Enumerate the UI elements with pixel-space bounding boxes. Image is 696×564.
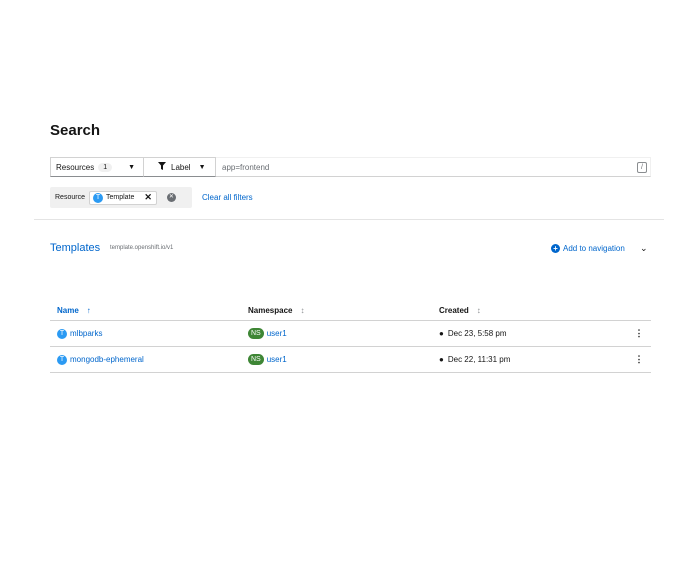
close-icon[interactable]: ✕ — [166, 193, 176, 202]
namespace-badge: NS — [248, 328, 264, 339]
add-to-navigation-label: Add to navigation — [563, 244, 625, 253]
template-name-link[interactable]: mongodb-ephemeral — [70, 355, 144, 364]
add-to-navigation-button[interactable]: + Add to navigation — [551, 244, 625, 253]
resources-label: Resources — [56, 162, 95, 172]
globe-icon: ● — [439, 355, 444, 364]
sort-icon: ↕ — [300, 305, 305, 315]
namespace-link[interactable]: user1 — [267, 329, 287, 338]
globe-icon: ● — [439, 329, 444, 338]
template-badge: T — [57, 328, 67, 339]
search-toolbar: Resources 1 ▼ Label ▼ app=frontend / — [50, 157, 651, 177]
namespace-link[interactable]: user1 — [267, 355, 287, 364]
filter-chip-group: Resource T Template ✕ ✕ — [50, 187, 192, 208]
chip-group-category: Resource — [55, 194, 85, 201]
close-icon[interactable]: ✕ — [144, 192, 152, 203]
sort-ascending-icon: ↑ — [86, 305, 91, 315]
resources-dropdown[interactable]: Resources 1 ▼ — [50, 157, 144, 177]
sort-icon: ↕ — [476, 305, 481, 315]
shortcut-key-hint: / — [637, 162, 647, 173]
plus-circle-icon: + — [551, 244, 560, 253]
kebab-icon[interactable]: ⋮ — [635, 328, 644, 339]
label-filter-label: Label — [171, 162, 191, 172]
table-row: T mongodb-ephemeral NS user1 ● Dec 22, 1… — [50, 347, 651, 373]
section-title[interactable]: Templates — [50, 242, 100, 254]
clear-all-filters-link[interactable]: Clear all filters — [202, 193, 253, 202]
label-filter-dropdown[interactable]: Label ▼ — [144, 157, 216, 177]
templates-table: Name ↑ Namespace ↕ Created ↕ T mlbparks … — [50, 300, 651, 373]
namespace-badge: NS — [248, 354, 264, 365]
filter-chip-template: T Template ✕ — [88, 190, 157, 205]
template-badge: T — [57, 354, 67, 365]
template-badge: T — [92, 192, 103, 203]
label-search-value: app=frontend — [222, 162, 270, 172]
column-header-name[interactable]: Name ↑ — [50, 306, 241, 315]
column-header-namespace[interactable]: Namespace ↕ — [241, 306, 432, 315]
filter-icon — [158, 162, 166, 172]
caret-down-icon: ▼ — [198, 163, 206, 171]
column-header-created[interactable]: Created ↕ — [432, 306, 627, 315]
label-search-input[interactable]: app=frontend / — [216, 157, 651, 177]
caret-down-icon: ▼ — [128, 163, 135, 171]
template-name-link[interactable]: mlbparks — [70, 329, 102, 338]
page-title: Search — [50, 122, 101, 139]
kebab-icon[interactable]: ⋮ — [635, 354, 644, 365]
section-subtitle: template.openshift.io/v1 — [110, 245, 174, 251]
chip-label: Template — [105, 194, 135, 201]
created-timestamp: Dec 22, 11:31 pm — [447, 355, 511, 364]
table-header: Name ↑ Namespace ↕ Created ↕ — [50, 300, 651, 321]
divider — [34, 219, 664, 220]
resources-count-badge: 1 — [98, 162, 113, 172]
chevron-down-icon[interactable]: ⌄ — [640, 243, 648, 254]
created-timestamp: Dec 23, 5:58 pm — [447, 329, 507, 338]
table-row: T mlbparks NS user1 ● Dec 23, 5:58 pm ⋮ — [50, 321, 651, 347]
